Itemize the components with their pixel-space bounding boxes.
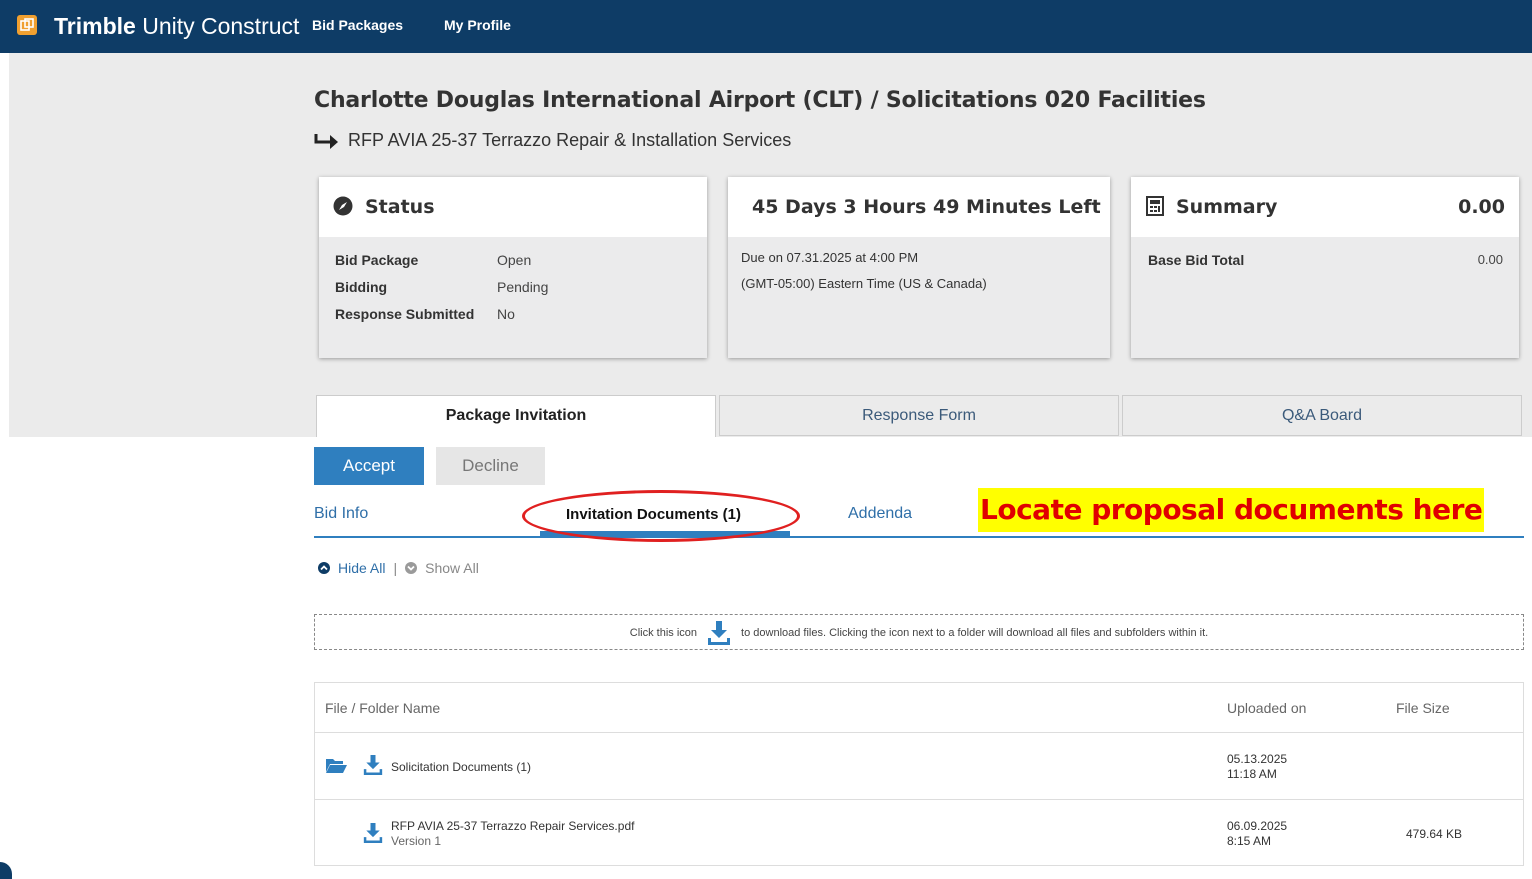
col-header-size[interactable]: File Size [1396, 700, 1450, 716]
folder-name[interactable]: Solicitation Documents (1) [391, 760, 531, 775]
timezone: (GMT-05:00) Eastern Time (US & Canada) [741, 276, 987, 291]
calculator-icon [1146, 196, 1164, 216]
annotation-callout: Locate proposal documents here [978, 488, 1485, 532]
tab-response-form[interactable]: Response Form [719, 395, 1119, 436]
summary-total: 0.00 [1458, 196, 1505, 218]
chat-widget-edge[interactable] [0, 862, 12, 879]
due-date: Due on 07.31.2025 at 4:00 PM [741, 250, 919, 265]
nav-my-profile[interactable]: My Profile [444, 17, 511, 33]
time-left-title: 45 Days 3 Hours 49 Minutes Left [752, 196, 1101, 218]
nav-bid-packages[interactable]: Bid Packages [312, 17, 403, 33]
col-header-name[interactable]: File / Folder Name [325, 700, 440, 716]
status-value: Open [497, 252, 532, 268]
brand-name[interactable]: Trimble Unity Construct [54, 12, 299, 40]
subtab-addenda[interactable]: Addenda [848, 505, 912, 523]
top-nav-bar: Trimble Unity Construct Bid Packages My … [0, 0, 1532, 53]
download-info-box: Click this icon to download files. Click… [314, 614, 1524, 650]
chevron-up-circle-icon[interactable] [318, 562, 330, 574]
accept-button[interactable]: Accept [314, 447, 424, 485]
time-left-card: 45 Days 3 Hours 49 Minutes Left Due on 0… [728, 177, 1110, 358]
tab-package-invitation[interactable]: Package Invitation [316, 395, 716, 437]
decline-button[interactable]: Decline [436, 447, 545, 485]
status-card: Status Bid Package Open Bidding Pending … [319, 177, 707, 358]
summary-card: Summary 0.00 Base Bid Total 0.00 [1131, 177, 1519, 358]
upload-time: 11:18 AM [1227, 767, 1277, 781]
folder-open-icon[interactable] [325, 757, 347, 774]
trimble-logo-icon [17, 15, 37, 35]
base-bid-value: 0.00 [1477, 252, 1503, 267]
download-icon [708, 621, 731, 645]
status-label: Bidding [335, 279, 388, 295]
upload-time: 8:15 AM [1227, 834, 1272, 848]
subtab-underline [314, 536, 1524, 538]
file-name[interactable]: RFP AVIA 25-37 Terrazzo Repair Services.… [391, 819, 634, 834]
documents-table: File / Folder Name Uploaded on File Size… [314, 682, 1524, 866]
file-size: 479.64 KB [1406, 827, 1463, 841]
download-icon[interactable] [363, 822, 383, 844]
base-bid-label: Base Bid Total [1148, 252, 1245, 268]
package-subtitle: RFP AVIA 25-37 Terrazzo Repair & Install… [314, 130, 791, 151]
status-label: Bid Package [335, 252, 419, 268]
download-icon[interactable] [363, 754, 383, 776]
row-divider [315, 799, 1523, 800]
hide-all-link[interactable]: Hide All [338, 560, 385, 576]
file-version: Version 1 [391, 834, 442, 848]
summary-title: Summary [1176, 196, 1278, 218]
col-header-uploaded[interactable]: Uploaded on [1227, 700, 1306, 716]
status-title: Status [365, 196, 435, 218]
status-label: Response Submitted [335, 306, 475, 322]
download-info-before: Click this icon [629, 627, 698, 639]
toggle-separator: | [393, 560, 398, 576]
status-value: Pending [497, 279, 549, 295]
compass-icon [333, 196, 353, 216]
upload-date: 06.09.2025 [1227, 819, 1288, 833]
arrow-right-icon [314, 133, 338, 149]
tab-qa-board[interactable]: Q&A Board [1122, 395, 1522, 436]
status-value: No [497, 306, 515, 322]
download-info-after: to download files. Clicking the icon nex… [741, 627, 1209, 639]
hide-show-toggles: Hide All | Show All [318, 560, 479, 576]
page-title: Charlotte Douglas International Airport … [314, 88, 1206, 113]
row-divider [315, 732, 1523, 733]
subtab-bid-info[interactable]: Bid Info [314, 505, 368, 523]
chevron-down-circle-icon[interactable] [405, 562, 418, 574]
show-all-link[interactable]: Show All [425, 560, 479, 576]
highlight-ring [522, 490, 800, 542]
upload-date: 05.13.2025 [1227, 752, 1288, 766]
